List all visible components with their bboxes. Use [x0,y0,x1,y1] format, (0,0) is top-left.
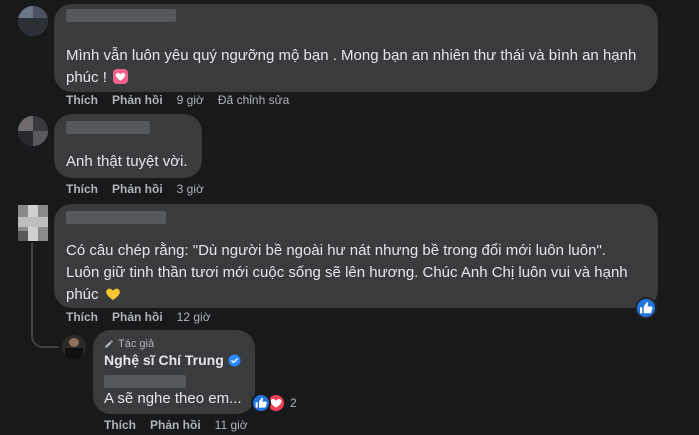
commenter-avatar[interactable] [18,205,48,241]
like-button[interactable]: Thích [66,93,98,107]
timestamp[interactable]: 9 giờ [177,93,204,107]
author-name-label[interactable]: Nghệ sĩ Chí Trung [104,352,224,368]
timestamp[interactable]: 12 giờ [177,310,211,324]
author-badge-label: Tác giả [118,338,155,350]
blurred-commenter-name[interactable] [66,211,166,224]
verified-badge-icon [228,354,241,366]
yellow-heart-icon [105,288,120,300]
reply-button[interactable]: Phản hồi [112,93,163,107]
comment-text-line: Có câu chép rằng: "Dù người bề ngoài hư … [66,242,606,259]
pencil-icon [105,340,113,348]
reply-text: A sẽ nghe theo em... [104,388,242,410]
comment-text-content: Anh thật tuyệt vời. [66,153,188,170]
comment-text-line: Luôn giữ tinh thần tươi mới cuộc sống sẽ… [66,264,628,281]
edited-label: Đã chỉnh sửa [217,93,290,107]
comment-actions: Thích Phản hồi 12 giờ [66,310,211,324]
reply-actions: Thích Phản hồi 11 giờ [104,418,248,432]
author-name[interactable]: Nghệ sĩ Chí Trung [104,352,241,368]
reaction-summary[interactable]: 2 [251,393,297,413]
comment-text: Anh thật tuyệt vời. [66,151,188,173]
blurred-commenter-name[interactable] [66,9,176,22]
thread-connector [31,243,59,348]
like-reaction-icon[interactable] [635,297,657,319]
comment-text-content: Mình vẫn luôn yêu quý ngưỡng mộ bạn . Mo… [66,47,637,86]
comment-text: Có câu chép rằng: "Dù người bề ngoài hư … [66,240,651,306]
comment-text: Mình vẫn luôn yêu quý ngưỡng mộ bạn . Mo… [66,45,651,89]
reply-button[interactable]: Phản hồi [112,182,163,196]
author-avatar[interactable] [62,335,86,359]
like-button[interactable]: Thích [66,182,98,196]
heart-emoji-icon [113,69,129,84]
reply-text-content: A sẽ nghe theo em... [104,390,242,407]
timestamp[interactable]: 11 giờ [215,418,248,432]
reaction-count: 2 [290,396,297,410]
like-reaction-icon [251,393,271,413]
author-badge: Tác giả [104,338,154,350]
blurred-tagged-name[interactable] [104,375,186,388]
comment-actions: Thích Phản hồi 9 giờ Đã chỉnh sửa [66,93,289,107]
timestamp[interactable]: 3 giờ [177,182,204,196]
blurred-commenter-name[interactable] [66,121,150,134]
like-button[interactable]: Thích [66,310,98,324]
reply-button[interactable]: Phản hồi [150,418,201,432]
commenter-avatar[interactable] [18,116,48,146]
comment-actions: Thích Phản hồi 3 giờ [66,182,204,196]
like-button[interactable]: Thích [104,418,136,432]
comment-text-line-last: phúc [66,284,651,306]
reply-button[interactable]: Phản hồi [112,310,163,324]
commenter-avatar[interactable] [18,6,48,36]
